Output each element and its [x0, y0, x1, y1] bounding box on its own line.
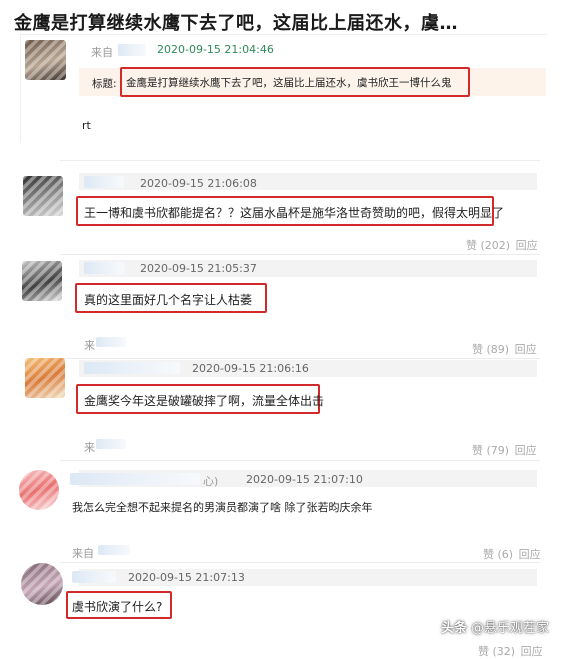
like-button[interactable]: 赞 (6): [483, 548, 513, 561]
comment-avatar[interactable]: [23, 176, 63, 216]
post-subject-label: 标题:: [92, 78, 117, 90]
divider: [60, 562, 540, 563]
like-label: 赞: [472, 343, 483, 356]
divider: [60, 160, 540, 161]
comment-timestamp: 2020-09-15 21:06:16: [192, 362, 309, 375]
comment-text: 我怎么完全想不起来提名的男演员都演了啥 除了张若昀庆余年: [72, 501, 373, 514]
divider: [60, 460, 540, 461]
comment-actions: 赞 (89) 回应: [472, 341, 537, 357]
like-button[interactable]: 赞 (32): [478, 645, 515, 658]
comment-author-name[interactable]: [84, 362, 180, 374]
reply-button[interactable]: 回应: [515, 444, 537, 457]
comment-source-name[interactable]: [96, 439, 126, 449]
comment-author-name[interactable]: [70, 473, 200, 485]
comment-from-label: 来自: [72, 547, 94, 560]
comment-author-name[interactable]: [72, 571, 116, 583]
reply-button[interactable]: 回应: [519, 548, 541, 561]
comment-avatar[interactable]: [21, 563, 63, 605]
reply-button[interactable]: 回应: [516, 239, 538, 252]
comment-author-name[interactable]: [84, 176, 124, 188]
post-body: rt: [82, 119, 91, 132]
like-label: 赞: [478, 645, 489, 658]
comment-actions: 赞 (202) 回应: [466, 237, 538, 253]
like-button[interactable]: 赞 (89): [472, 343, 509, 356]
post-author-name[interactable]: [118, 44, 146, 56]
comment-source-name[interactable]: [98, 545, 130, 555]
comment-text: 虞书欣演了什么?: [72, 600, 163, 614]
like-label: 赞: [466, 239, 477, 252]
comment-actions: 赞 (6) 回应: [483, 546, 541, 562]
like-button[interactable]: 赞 (202): [466, 239, 510, 252]
like-count: (79): [486, 444, 510, 457]
comment-avatar[interactable]: [25, 358, 65, 398]
watermark-platform: 头条: [440, 621, 467, 636]
like-button[interactable]: 赞 (79): [472, 444, 509, 457]
comment-text: 金鹰奖今年这是破罐破摔了啊，流量全体出击: [84, 394, 325, 408]
comment-author-name[interactable]: [84, 262, 124, 274]
post-from-label: 来自: [91, 46, 113, 59]
reply-button[interactable]: 回应: [521, 645, 543, 658]
like-count: (89): [486, 343, 510, 356]
comment-text: 王一博和虞书欣都能提名？？这届水晶杯是施华洛世奇赞助的吧，假得太明显了: [84, 206, 505, 220]
comment-name-suffix: 心): [203, 475, 219, 488]
page-title: 金鹰是打算继续水鹰下去了吧，这届比上届还水，虞…: [14, 13, 458, 34]
divider: [60, 254, 540, 255]
comment-timestamp: 2020-09-15 21:07:10: [246, 473, 363, 486]
like-count: (32): [492, 645, 516, 658]
like-count: (202): [480, 239, 511, 252]
comment-timestamp: 2020-09-15 21:06:08: [140, 177, 257, 190]
comment-actions: 赞 (79) 回应: [472, 442, 537, 458]
divider: [60, 358, 540, 359]
comment-from-label: 来: [84, 339, 95, 352]
watermark-handle: @悬乐观茬家: [470, 621, 549, 636]
like-label: 赞: [483, 548, 494, 561]
comment-actions: 赞 (32) 回应: [478, 643, 543, 659]
like-count: (6): [497, 548, 514, 561]
post-avatar[interactable]: [25, 40, 66, 80]
comment-timestamp: 2020-09-15 21:05:37: [140, 262, 257, 275]
comment-avatar[interactable]: [22, 261, 62, 301]
comment-avatar[interactable]: [19, 470, 59, 510]
comment-source-name[interactable]: [96, 337, 126, 347]
post-subject-text: 金鹰是打算继续水鹰下去了吧，这届比上届还水，虞书欣王一博什么鬼: [126, 77, 452, 89]
comment-text: 真的这里面好几个名字让人枯萎: [84, 293, 253, 307]
watermark: 头条 @悬乐观茬家: [441, 617, 549, 636]
like-label: 赞: [472, 444, 483, 457]
reply-button[interactable]: 回应: [515, 343, 537, 356]
comment-timestamp: 2020-09-15 21:07:13: [128, 571, 245, 584]
post-timestamp: 2020-09-15 21:04:46: [157, 43, 274, 56]
comment-from-label: 来: [84, 441, 95, 454]
